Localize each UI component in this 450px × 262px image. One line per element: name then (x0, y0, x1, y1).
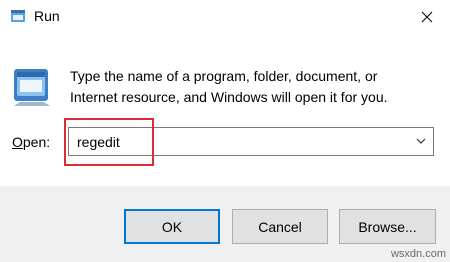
ok-button[interactable]: OK (124, 209, 220, 244)
close-icon (421, 11, 433, 23)
description: Type the name of a program, folder, docu… (70, 66, 430, 108)
browse-button[interactable]: Browse... (339, 209, 436, 244)
open-input[interactable] (77, 132, 407, 151)
close-button[interactable] (404, 0, 450, 34)
description-line-1: Type the name of a program, folder, docu… (70, 68, 378, 84)
dialog-body: Type the name of a program, folder, docu… (0, 36, 450, 186)
description-line-2: Internet resource, and Windows will open… (70, 89, 388, 105)
open-label-access-key: O (12, 134, 23, 150)
run-icon (14, 69, 50, 106)
watermark: wsxdn.com (390, 248, 446, 260)
open-combobox[interactable] (68, 127, 434, 156)
title-bar: Run (0, 0, 450, 36)
open-label-text: pen: (22, 134, 51, 150)
chevron-down-icon[interactable] (414, 134, 428, 148)
cancel-button[interactable]: Cancel (232, 209, 328, 244)
window-title: Run (34, 8, 60, 24)
run-icon (11, 10, 25, 22)
open-label: Open: (12, 134, 50, 150)
